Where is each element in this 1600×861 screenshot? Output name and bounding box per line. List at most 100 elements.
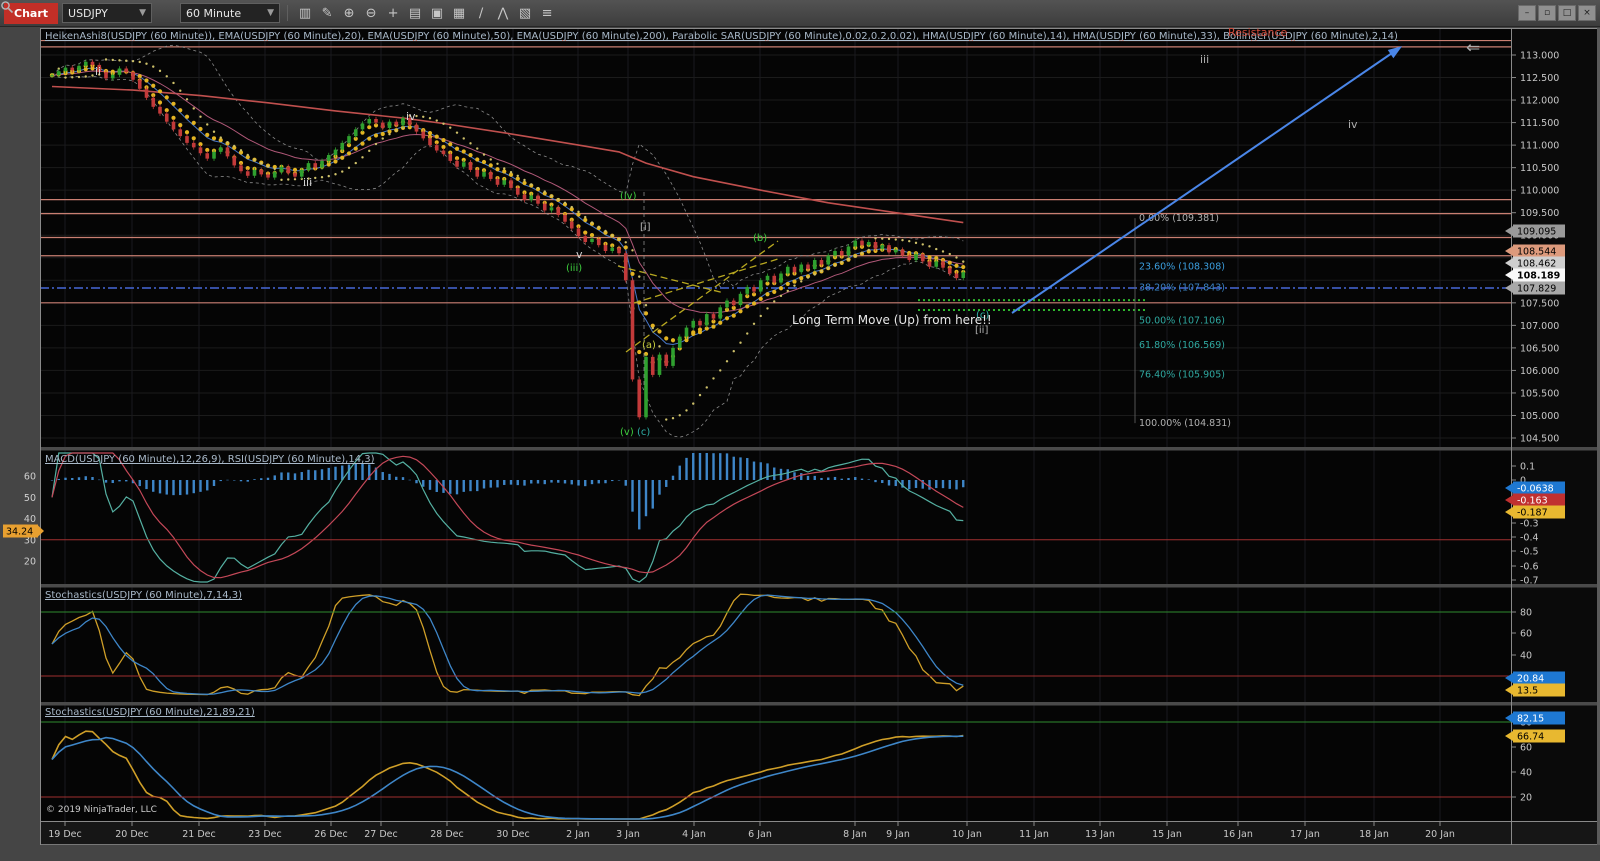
- svg-text:60: 60: [1520, 629, 1532, 640]
- list-icon[interactable]: ≡: [537, 4, 557, 22]
- svg-text:Long Term Move (Up) from here!: Long Term Move (Up) from here!!: [792, 313, 992, 327]
- svg-text:© 2019 NinjaTrader, LLC: © 2019 NinjaTrader, LLC: [46, 805, 157, 815]
- svg-text:27 Dec: 27 Dec: [364, 829, 398, 840]
- svg-text:23.60% (108.308): 23.60% (108.308): [1139, 261, 1225, 272]
- svg-text:61.80% (106.569): 61.80% (106.569): [1139, 340, 1225, 351]
- svg-text:110.000: 110.000: [1520, 186, 1559, 197]
- svg-text:20 Dec: 20 Dec: [115, 829, 149, 840]
- svg-text:28 Dec: 28 Dec: [430, 829, 464, 840]
- svg-text:80: 80: [1520, 608, 1532, 619]
- new-chart-icon[interactable]: ▧: [515, 4, 535, 22]
- svg-text:(iii): (iii): [566, 263, 582, 274]
- svg-text:Stochastics(USDJPY (60 Minute): Stochastics(USDJPY (60 Minute),7,14,3): [45, 590, 242, 601]
- ninjatrader-chart-window: { "window": { "app_label": "Chart", "con…: [0, 0, 1600, 861]
- zigzag-icon[interactable]: ⋀: [493, 4, 513, 22]
- svg-text:34.24: 34.24: [6, 527, 33, 538]
- svg-text:20: 20: [1520, 793, 1532, 804]
- svg-text:60: 60: [1520, 743, 1532, 754]
- svg-text:13.5: 13.5: [1517, 686, 1538, 697]
- drawing-pencil-icon[interactable]: ✎: [317, 4, 337, 22]
- svg-text:100.00% (104.831): 100.00% (104.831): [1139, 418, 1231, 429]
- svg-text:-0.6: -0.6: [1520, 562, 1539, 573]
- svg-text:18 Jan: 18 Jan: [1359, 829, 1389, 840]
- svg-text:8 Jan: 8 Jan: [843, 829, 867, 840]
- svg-text:6 Jan: 6 Jan: [748, 829, 772, 840]
- chart-canvas[interactable]: 0.00% (109.381)23.60% (108.308)38.20% (1…: [0, 0, 1600, 861]
- svg-text:66.74: 66.74: [1517, 732, 1544, 743]
- svg-text:iii: iii: [303, 176, 312, 189]
- left-arrow-icon: ⇐: [1466, 38, 1480, 58]
- instrument-search-button[interactable]: [156, 4, 176, 22]
- interval-selector[interactable]: 60 Minute ▼: [180, 3, 280, 23]
- zoom-in-icon[interactable]: ⊕: [339, 4, 359, 22]
- svg-text:110.500: 110.500: [1520, 163, 1559, 174]
- instrument-selector[interactable]: USDJPY ▼: [62, 3, 152, 23]
- window-controls: –▫□×: [1518, 5, 1596, 21]
- svg-text:19 Dec: 19 Dec: [48, 829, 82, 840]
- svg-text:20.84: 20.84: [1517, 674, 1544, 685]
- svg-text:(c): (c): [637, 427, 650, 438]
- zoom-out-icon[interactable]: ⊖: [361, 4, 381, 22]
- crosshair-icon[interactable]: +: [383, 4, 403, 22]
- svg-text:106.000: 106.000: [1520, 366, 1559, 377]
- window-restore-button[interactable]: ▫: [1538, 5, 1556, 21]
- snapshot-icon[interactable]: ▣: [427, 4, 447, 22]
- trend-line-icon[interactable]: ∕: [471, 4, 491, 22]
- svg-text:111.500: 111.500: [1520, 118, 1559, 129]
- grid-icon[interactable]: ▦: [449, 4, 469, 22]
- svg-text:38.20% (107.843): 38.20% (107.843): [1139, 282, 1225, 293]
- svg-text:-0.5: -0.5: [1520, 547, 1539, 558]
- svg-text:40: 40: [24, 514, 36, 525]
- toolbar-icons: ▥✎⊕⊖+▤▣▦∕⋀▧≡: [295, 4, 557, 22]
- svg-text:-0.3: -0.3: [1520, 519, 1539, 530]
- svg-text:4 Jan: 4 Jan: [682, 829, 706, 840]
- svg-text:10 Jan: 10 Jan: [952, 829, 982, 840]
- svg-text:26 Dec: 26 Dec: [314, 829, 348, 840]
- svg-text:-0.0638: -0.0638: [1517, 484, 1554, 495]
- svg-text:82.15: 82.15: [1517, 714, 1544, 725]
- svg-text:112.500: 112.500: [1520, 73, 1559, 84]
- svg-text:60: 60: [24, 472, 36, 483]
- svg-text:(b): (b): [753, 233, 767, 244]
- window-close-button[interactable]: ×: [1578, 5, 1596, 21]
- svg-text:(iv): (iv): [620, 191, 637, 202]
- data-box-icon[interactable]: ▤: [405, 4, 425, 22]
- svg-text:3 Jan: 3 Jan: [616, 829, 640, 840]
- svg-text:113.000: 113.000: [1520, 51, 1559, 62]
- svg-text:-0.7: -0.7: [1520, 576, 1539, 587]
- svg-text:15 Jan: 15 Jan: [1152, 829, 1182, 840]
- svg-text:112.000: 112.000: [1520, 96, 1559, 107]
- svg-text:iii: iii: [1200, 53, 1209, 66]
- svg-text:v: v: [576, 248, 583, 261]
- search-icon: [0, 0, 14, 14]
- svg-text:HeikenAshi8(USDJPY (60 Minute): HeikenAshi8(USDJPY (60 Minute)), EMA(USD…: [45, 31, 1398, 42]
- svg-text:(v): (v): [620, 427, 634, 438]
- svg-text:16 Jan: 16 Jan: [1223, 829, 1253, 840]
- svg-text:23 Dec: 23 Dec: [248, 829, 282, 840]
- svg-text:11 Jan: 11 Jan: [1019, 829, 1049, 840]
- svg-text:-0.187: -0.187: [1517, 508, 1548, 519]
- svg-text:50: 50: [24, 493, 36, 504]
- svg-text:-0.4: -0.4: [1520, 533, 1539, 544]
- svg-text:108.189: 108.189: [1517, 271, 1560, 282]
- svg-text:107.829: 107.829: [1517, 284, 1556, 295]
- svg-text:109.500: 109.500: [1520, 208, 1559, 219]
- svg-text:iv: iv: [1348, 118, 1358, 131]
- svg-text:40: 40: [1520, 768, 1532, 779]
- svg-text:iv: iv: [406, 110, 416, 123]
- svg-text:76.40% (105.905): 76.40% (105.905): [1139, 370, 1225, 381]
- svg-text:107.000: 107.000: [1520, 321, 1559, 332]
- chevron-down-icon: ▼: [139, 8, 146, 18]
- svg-text:104.500: 104.500: [1520, 434, 1559, 445]
- svg-text:[i]: [i]: [640, 222, 651, 233]
- instrument-value: USDJPY: [68, 7, 108, 20]
- toolbar-separator: [287, 5, 288, 21]
- svg-text:17 Jan: 17 Jan: [1290, 829, 1320, 840]
- svg-text:13 Jan: 13 Jan: [1085, 829, 1115, 840]
- window-maximize-button[interactable]: □: [1558, 5, 1576, 21]
- svg-text:40: 40: [1520, 651, 1532, 662]
- window-minimize-button[interactable]: –: [1518, 5, 1536, 21]
- interval-value: 60 Minute: [186, 7, 241, 20]
- chart-style-icon[interactable]: ▥: [295, 4, 315, 22]
- chevron-down-icon: ▼: [267, 8, 274, 18]
